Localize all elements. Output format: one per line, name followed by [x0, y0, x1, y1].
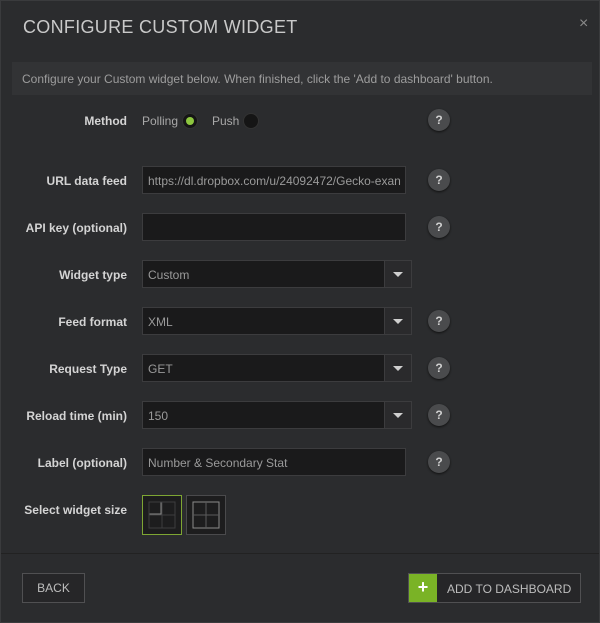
add-to-dashboard-label: ADD TO DASHBOARD — [447, 582, 572, 596]
api-key-help-icon[interactable]: ? — [428, 216, 450, 238]
reload-time-label: Reload time (min) — [26, 409, 127, 423]
size-2x2-icon — [192, 501, 220, 529]
size-1x1-icon — [148, 501, 176, 529]
info-banner: Configure your Custom widget below. When… — [12, 62, 592, 95]
footer-divider — [1, 553, 599, 554]
push-label[interactable]: Push — [212, 114, 239, 128]
size-2x2-option[interactable] — [186, 495, 226, 535]
back-button[interactable]: BACK — [22, 573, 85, 603]
api-key-label: API key (optional) — [25, 221, 127, 235]
dialog-title: CONFIGURE CUSTOM WIDGET — [23, 17, 298, 37]
feed-format-value: XML — [148, 315, 173, 329]
api-key-input[interactable] — [142, 213, 406, 241]
polling-radio[interactable] — [182, 113, 198, 129]
plus-icon: + — [409, 574, 437, 602]
url-feed-label: URL data feed — [46, 174, 127, 188]
reload-time-help-icon[interactable]: ? — [428, 404, 450, 426]
widget-type-select[interactable]: Custom — [142, 260, 412, 288]
request-type-help-icon[interactable]: ? — [428, 357, 450, 379]
feed-format-select[interactable]: XML — [142, 307, 412, 335]
widget-type-value: Custom — [148, 268, 190, 282]
label-field-input[interactable]: Number & Secondary Stat — [142, 448, 406, 476]
request-type-label: Request Type — [49, 362, 127, 376]
size-1x1-option[interactable] — [142, 495, 182, 535]
widget-size-label: Select widget size — [24, 503, 127, 517]
chevron-down-icon[interactable] — [384, 308, 411, 334]
method-label: Method — [84, 114, 127, 128]
feed-format-help-icon[interactable]: ? — [428, 310, 450, 332]
reload-time-value: 150 — [148, 409, 169, 423]
configure-widget-dialog: CONFIGURE CUSTOM WIDGET × Configure your… — [0, 0, 600, 623]
add-to-dashboard-button[interactable]: + ADD TO DASHBOARD — [408, 573, 581, 603]
push-radio[interactable] — [243, 113, 259, 129]
label-field-label: Label (optional) — [37, 456, 127, 470]
widget-type-label: Widget type — [59, 268, 127, 282]
url-feed-input[interactable]: https://dl.dropbox.com/u/24092472/Gecko-… — [142, 166, 406, 194]
reload-time-select[interactable]: 150 — [142, 401, 412, 429]
chevron-down-icon[interactable] — [384, 355, 411, 381]
close-icon[interactable]: × — [579, 14, 588, 34]
label-field-help-icon[interactable]: ? — [428, 451, 450, 473]
url-feed-help-icon[interactable]: ? — [428, 169, 450, 191]
request-type-select[interactable]: GET — [142, 354, 412, 382]
feed-format-label: Feed format — [58, 315, 127, 329]
method-help-icon[interactable]: ? — [428, 109, 450, 131]
polling-label[interactable]: Polling — [142, 114, 178, 128]
chevron-down-icon[interactable] — [384, 261, 411, 287]
request-type-value: GET — [148, 362, 173, 376]
chevron-down-icon[interactable] — [384, 402, 411, 428]
